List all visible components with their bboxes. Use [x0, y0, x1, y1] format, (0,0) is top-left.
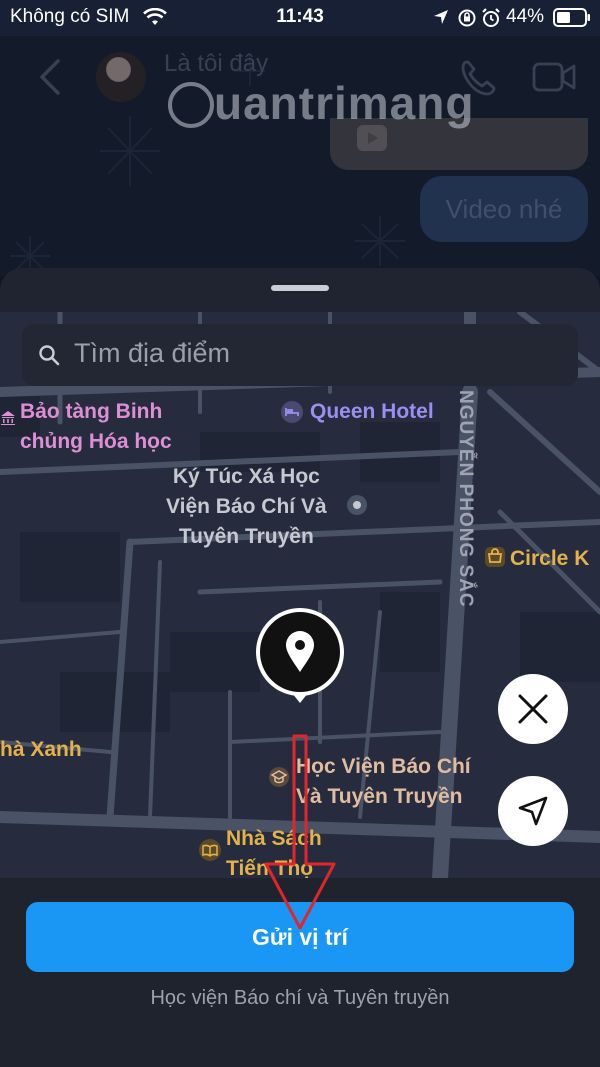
navigation-arrow-icon: [518, 796, 548, 826]
close-button[interactable]: [498, 674, 568, 744]
rotation-lock-icon: [458, 9, 476, 27]
street-label: NGUYỄN PHONG SẮC: [455, 390, 476, 608]
location-services-icon: [434, 10, 448, 24]
poi-circle-k[interactable]: Circle K: [510, 547, 589, 571]
chat-overlay: [0, 36, 600, 276]
current-location-button[interactable]: [498, 776, 568, 846]
book-icon: [199, 839, 221, 861]
poi-museum[interactable]: Bảo tàng Binh chủng Hóa học: [20, 397, 172, 457]
search-icon: [39, 345, 60, 366]
poi-dorm[interactable]: Ký Túc Xá Học Viện Báo Chí Và Tuyên Truy…: [166, 462, 327, 552]
selected-place-label: Học viện Báo chí và Tuyên truyền: [150, 987, 450, 1009]
museum-icon: [1, 411, 15, 425]
battery-percent: 44%: [506, 6, 545, 27]
search-placeholder: Tìm địa điểm: [74, 338, 231, 368]
alarm-icon: [482, 8, 500, 27]
poi-xanh[interactable]: hà Xanh: [0, 738, 82, 762]
place-dot-icon: [347, 495, 367, 515]
annotation-arrow: [264, 734, 336, 930]
store-icon: [485, 547, 505, 567]
sheet-drag-handle[interactable]: [271, 285, 329, 291]
map-pin-tail: [292, 693, 308, 703]
close-icon: [518, 694, 548, 724]
hotel-icon: [281, 401, 303, 423]
watermark-text: uantrimang: [214, 77, 475, 129]
battery-icon: [553, 8, 590, 27]
poi-hotel[interactable]: Queen Hotel: [310, 400, 434, 424]
location-pin-icon: [286, 631, 314, 672]
watermark-logo-icon: [168, 82, 214, 128]
